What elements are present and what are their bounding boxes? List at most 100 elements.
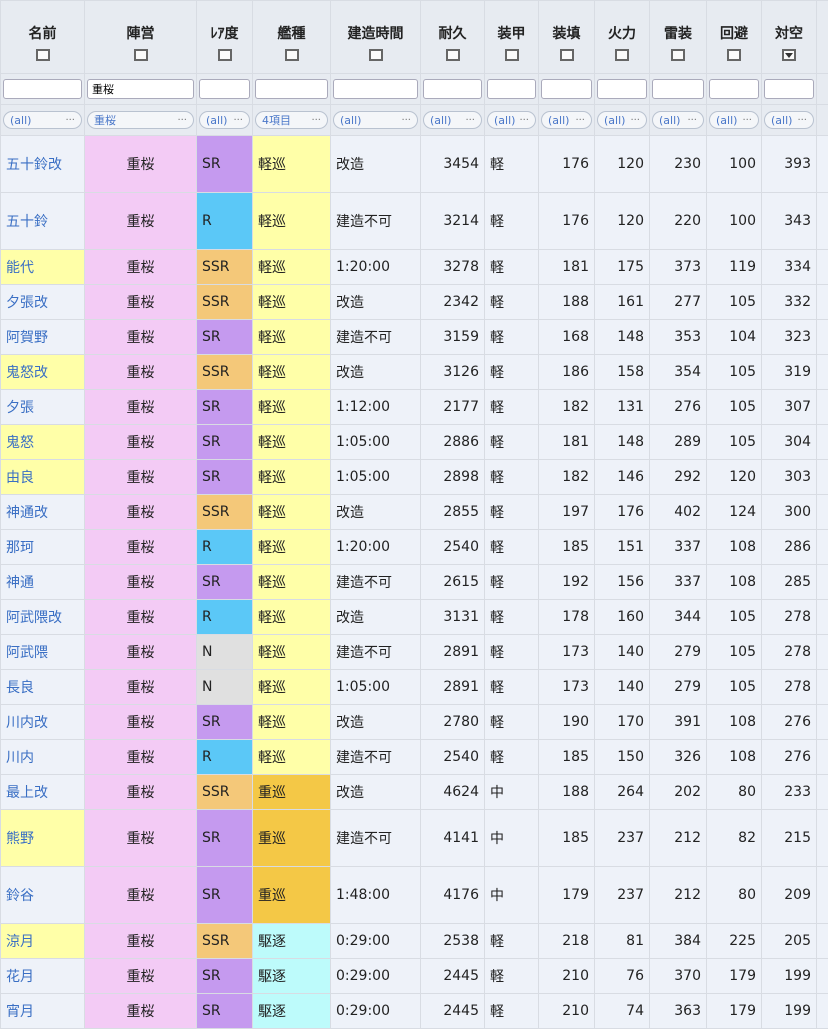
column-header-7[interactable]: 装填 xyxy=(538,0,595,74)
filter-text-input[interactable] xyxy=(87,79,194,99)
column-header-1[interactable]: 陣営 xyxy=(84,0,197,74)
filter-text-input[interactable] xyxy=(764,79,814,99)
ship-name-cell[interactable]: 鬼怒改 xyxy=(0,354,85,390)
table-row[interactable]: 最上改 重桜 SSR 重巡 改造 4624 中 188 264 202 80 233 xyxy=(0,774,828,810)
filter-select[interactable]: (all) ··· xyxy=(709,111,759,129)
ship-name-cell[interactable]: 阿武隈 xyxy=(0,634,85,670)
filter-text-input[interactable] xyxy=(709,79,759,99)
column-checkbox[interactable] xyxy=(35,49,50,61)
table-row[interactable]: 川内 重桜 R 軽巡 建造不可 2540 軽 185 150 326 108 276 xyxy=(0,739,828,775)
filter-select[interactable]: 4項目 ··· xyxy=(255,111,328,129)
filter-text-input[interactable] xyxy=(541,79,592,99)
column-header-2[interactable]: ﾚｱ度 xyxy=(196,0,253,74)
ship-name-cell[interactable]: 那珂 xyxy=(0,529,85,565)
table-row[interactable]: 那珂 重桜 R 軽巡 1:20:00 2540 軽 185 151 337 108 286 xyxy=(0,529,828,565)
ship-name-cell[interactable]: 川内 xyxy=(0,739,85,775)
filter-text-input[interactable] xyxy=(3,79,82,99)
column-header-0[interactable]: 名前 xyxy=(0,0,85,74)
filter-select[interactable]: (all) ··· xyxy=(597,111,647,129)
ship-name-cell[interactable]: 川内改 xyxy=(0,704,85,740)
ship-name-cell[interactable]: 鬼怒 xyxy=(0,424,85,460)
table-row[interactable]: 阿賀野 重桜 SR 軽巡 建造不可 3159 軽 168 148 353 104 323 xyxy=(0,319,828,355)
filter-text-input[interactable] xyxy=(255,79,328,99)
ship-name-cell[interactable]: 能代 xyxy=(0,249,85,285)
column-checkbox[interactable] xyxy=(445,49,460,61)
column-header-11[interactable]: 対空 xyxy=(761,0,817,74)
column-checkbox[interactable] xyxy=(615,49,629,61)
column-header-10[interactable]: 回避 xyxy=(706,0,762,74)
column-header-8[interactable]: 火力 xyxy=(594,0,650,74)
filter-select[interactable]: 重桜 ··· xyxy=(87,111,194,129)
table-row[interactable]: 由良 重桜 SR 軽巡 1:05:00 2898 軽 182 146 292 120 303 xyxy=(0,459,828,495)
column-header-5[interactable]: 耐久 xyxy=(420,0,485,74)
column-header-9[interactable]: 雷装 xyxy=(649,0,707,74)
table-row[interactable]: 阿武隈 重桜 N 軽巡 建造不可 2891 軽 173 140 279 105 278 xyxy=(0,634,828,670)
table-row[interactable]: 花月 重桜 SR 駆逐 0:29:00 2445 軽 210 76 370 179 199 xyxy=(0,958,828,994)
table-row[interactable]: 神通 重桜 SR 軽巡 建造不可 2615 軽 192 156 337 108 285 xyxy=(0,564,828,600)
table-row[interactable]: 熊野 重桜 SR 重巡 建造不可 4141 中 185 237 212 82 215 xyxy=(0,809,828,867)
filter-select[interactable]: (all) ··· xyxy=(764,111,814,129)
firepower-cell: 120 xyxy=(594,192,650,250)
ship-name-cell[interactable]: 夕張改 xyxy=(0,284,85,320)
ship-name-cell[interactable]: 神通改 xyxy=(0,494,85,530)
filter-select[interactable]: (all) ··· xyxy=(423,111,482,129)
ship-name-cell[interactable]: 熊野 xyxy=(0,809,85,867)
armor-cell: 軽 xyxy=(484,704,539,740)
ship-name-cell[interactable]: 花月 xyxy=(0,958,85,994)
filter-select[interactable]: (all) ··· xyxy=(333,111,418,129)
table-row[interactable]: 阿武隈改 重桜 R 軽巡 改造 3131 軽 178 160 344 105 278 xyxy=(0,599,828,635)
build-time-cell: 1:05:00 xyxy=(330,424,421,460)
ship-name-cell[interactable]: 鈴谷 xyxy=(0,866,85,924)
filter-text-input[interactable] xyxy=(423,79,482,99)
filter-select[interactable]: (all) ··· xyxy=(487,111,536,129)
filter-select[interactable]: (all) ··· xyxy=(541,111,592,129)
column-checkbox[interactable] xyxy=(217,49,232,61)
filter-text-input[interactable] xyxy=(652,79,704,99)
table-row[interactable]: 夕張改 重桜 SSR 軽巡 改造 2342 軽 188 161 277 105 332 xyxy=(0,284,828,320)
column-checkbox[interactable] xyxy=(504,49,519,61)
column-checkbox[interactable] xyxy=(671,49,685,61)
sort-dropdown-icon[interactable] xyxy=(782,49,796,61)
ship-name-cell[interactable]: 夕張 xyxy=(0,389,85,425)
filter-select[interactable]: (all) ··· xyxy=(652,111,704,129)
ship-name-cell[interactable]: 最上改 xyxy=(0,774,85,810)
column-checkbox[interactable] xyxy=(284,49,299,61)
faction-cell: 重桜 xyxy=(84,809,197,867)
ship-name-cell[interactable]: 長良 xyxy=(0,669,85,705)
table-row[interactable]: 川内改 重桜 SR 軽巡 改造 2780 軽 190 170 391 108 276 xyxy=(0,704,828,740)
ship-name-cell[interactable]: 五十鈴 xyxy=(0,192,85,250)
filter-text-input[interactable] xyxy=(597,79,647,99)
column-checkbox[interactable] xyxy=(133,49,148,61)
table-row[interactable]: 五十鈴改 重桜 SR 軽巡 改造 3454 軽 176 120 230 100 393 xyxy=(0,135,828,193)
ship-name-cell[interactable]: 神通 xyxy=(0,564,85,600)
ship-name-cell[interactable]: 阿武隈改 xyxy=(0,599,85,635)
ship-name-cell[interactable]: 宵月 xyxy=(0,993,85,1029)
ship-name-cell[interactable]: 由良 xyxy=(0,459,85,495)
table-row[interactable]: 鬼怒 重桜 SR 軽巡 1:05:00 2886 軽 181 148 289 105 304 xyxy=(0,424,828,460)
ship-name-cell[interactable]: 涼月 xyxy=(0,923,85,959)
column-header-3[interactable]: 艦種 xyxy=(252,0,331,74)
table-row[interactable]: 涼月 重桜 SSR 駆逐 0:29:00 2538 軽 218 81 384 225 205 xyxy=(0,923,828,959)
table-row[interactable]: 鬼怒改 重桜 SSR 軽巡 改造 3126 軽 186 158 354 105 319 xyxy=(0,354,828,390)
anti-air-cell: 205 xyxy=(761,923,817,959)
filter-text-input[interactable] xyxy=(487,79,536,99)
firepower-cell: 146 xyxy=(594,459,650,495)
filter-select[interactable]: (all) ··· xyxy=(3,111,82,129)
filter-select[interactable]: (all) ··· xyxy=(199,111,250,129)
table-row[interactable]: 夕張 重桜 SR 軽巡 1:12:00 2177 軽 182 131 276 105 307 xyxy=(0,389,828,425)
filter-text-input[interactable] xyxy=(333,79,418,99)
column-checkbox[interactable] xyxy=(559,49,574,61)
column-checkbox[interactable] xyxy=(368,49,383,61)
column-header-4[interactable]: 建造時間 xyxy=(330,0,421,74)
column-checkbox[interactable] xyxy=(727,49,741,61)
table-row[interactable]: 宵月 重桜 SR 駆逐 0:29:00 2445 軽 210 74 363 179 199 xyxy=(0,993,828,1029)
table-row[interactable]: 五十鈴 重桜 R 軽巡 建造不可 3214 軽 176 120 220 100 343 xyxy=(0,192,828,250)
ship-name-cell[interactable]: 阿賀野 xyxy=(0,319,85,355)
table-row[interactable]: 神通改 重桜 SSR 軽巡 改造 2855 軽 197 176 402 124 300 xyxy=(0,494,828,530)
table-row[interactable]: 鈴谷 重桜 SR 重巡 1:48:00 4176 中 179 237 212 80 209 xyxy=(0,866,828,924)
filter-text-input[interactable] xyxy=(199,79,250,99)
table-row[interactable]: 能代 重桜 SSR 軽巡 1:20:00 3278 軽 181 175 373 119 334 xyxy=(0,249,828,285)
ship-name-cell[interactable]: 五十鈴改 xyxy=(0,135,85,193)
table-row[interactable]: 長良 重桜 N 軽巡 1:05:00 2891 軽 173 140 279 105 278 xyxy=(0,669,828,705)
column-header-6[interactable]: 装甲 xyxy=(484,0,539,74)
